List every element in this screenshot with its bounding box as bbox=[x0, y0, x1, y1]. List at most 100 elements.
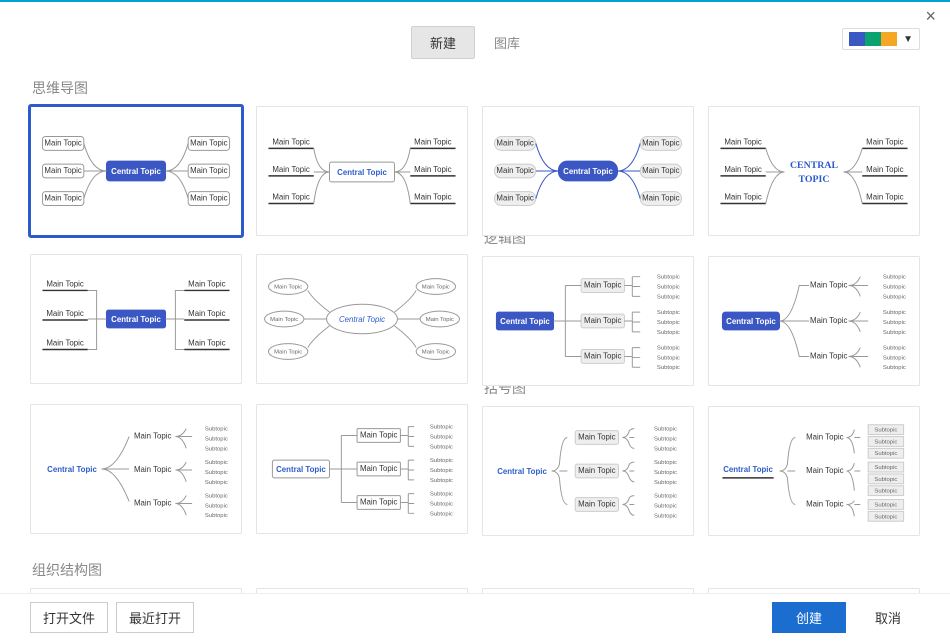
svg-text:Subtopic: Subtopic bbox=[883, 346, 906, 352]
svg-text:Central Topic: Central Topic bbox=[47, 465, 97, 474]
template-logic-2[interactable]: Central Topic Main Topic Main Topic Main… bbox=[708, 256, 920, 386]
svg-text:Main Topic: Main Topic bbox=[190, 138, 227, 147]
template-mindmap-6[interactable]: Central Topic Main Topic Main Topic Main… bbox=[256, 254, 468, 384]
svg-text:Subtopic: Subtopic bbox=[657, 294, 680, 300]
svg-text:Subtopic: Subtopic bbox=[657, 330, 680, 336]
svg-text:Subtopic: Subtopic bbox=[430, 478, 453, 484]
template-logic-3[interactable]: Central Topic Main Topic Main Topic Main… bbox=[30, 404, 242, 534]
svg-text:Central Topic: Central Topic bbox=[723, 465, 773, 474]
svg-text:Main Topic: Main Topic bbox=[44, 166, 81, 175]
svg-text:Main Topic: Main Topic bbox=[810, 281, 847, 290]
recent-button[interactable]: 最近打开 bbox=[116, 602, 194, 633]
template-bracket-2[interactable]: Central Topic Main Topic Main Topic Main… bbox=[708, 406, 920, 536]
svg-text:Main Topic: Main Topic bbox=[866, 137, 903, 146]
svg-text:Subtopic: Subtopic bbox=[430, 468, 453, 474]
svg-text:Subtopic: Subtopic bbox=[654, 480, 677, 486]
template-logic-1[interactable]: Central Topic Main Topic Main Topic Main… bbox=[482, 256, 694, 386]
svg-text:Subtopic: Subtopic bbox=[654, 436, 677, 442]
svg-text:Main Topic: Main Topic bbox=[578, 466, 615, 475]
svg-text:Main Topic: Main Topic bbox=[272, 137, 309, 146]
svg-text:Subtopic: Subtopic bbox=[657, 310, 680, 316]
svg-text:Main Topic: Main Topic bbox=[724, 193, 761, 202]
svg-text:Central Topic: Central Topic bbox=[339, 315, 385, 324]
svg-text:Main Topic: Main Topic bbox=[426, 317, 454, 323]
svg-text:Subtopic: Subtopic bbox=[654, 513, 677, 519]
svg-text:Subtopic: Subtopic bbox=[657, 355, 680, 361]
cancel-button[interactable]: 取消 bbox=[856, 601, 920, 634]
svg-text:Subtopic: Subtopic bbox=[874, 465, 897, 471]
svg-text:Subtopic: Subtopic bbox=[657, 320, 680, 326]
template-mindmap-1[interactable]: Central Topic Main Topic Main Topic Main… bbox=[30, 106, 242, 236]
svg-text:Subtopic: Subtopic bbox=[205, 503, 228, 509]
header: 新建 图库 ▼ bbox=[0, 26, 950, 60]
template-mindmap-2[interactable]: Central Topic Main Topic Main Topic Main… bbox=[256, 106, 468, 236]
svg-text:Subtopic: Subtopic bbox=[205, 494, 228, 500]
svg-text:Main Topic: Main Topic bbox=[360, 464, 397, 473]
svg-text:Central Topic: Central Topic bbox=[111, 315, 161, 324]
svg-text:Main Topic: Main Topic bbox=[134, 498, 171, 507]
svg-text:Main Topic: Main Topic bbox=[584, 351, 621, 360]
svg-text:Main Topic: Main Topic bbox=[190, 166, 227, 175]
open-file-button[interactable]: 打开文件 bbox=[30, 602, 108, 633]
svg-text:Main Topic: Main Topic bbox=[810, 316, 847, 325]
svg-text:Subtopic: Subtopic bbox=[874, 477, 897, 483]
svg-text:Main Topic: Main Topic bbox=[46, 309, 83, 318]
svg-text:Main Topic: Main Topic bbox=[422, 349, 450, 355]
svg-text:Subtopic: Subtopic bbox=[430, 492, 453, 498]
swatch bbox=[849, 32, 865, 46]
svg-text:Main Topic: Main Topic bbox=[724, 165, 761, 174]
svg-text:Subtopic: Subtopic bbox=[654, 503, 677, 509]
template-mindmap-3[interactable]: Central Topic Main Topic Main Topic Main… bbox=[482, 106, 694, 236]
svg-text:Subtopic: Subtopic bbox=[654, 470, 677, 476]
tab-gallery[interactable]: 图库 bbox=[475, 26, 539, 59]
svg-text:Subtopic: Subtopic bbox=[657, 346, 680, 352]
svg-text:Subtopic: Subtopic bbox=[430, 434, 453, 440]
svg-text:Subtopic: Subtopic bbox=[657, 275, 680, 281]
template-logic-4[interactable]: Central Topic Main Topic Main Topic Main… bbox=[256, 404, 468, 534]
svg-text:Subtopic: Subtopic bbox=[883, 320, 906, 326]
svg-text:Main Topic: Main Topic bbox=[642, 138, 679, 147]
tab-new[interactable]: 新建 bbox=[411, 26, 475, 59]
svg-text:Main Topic: Main Topic bbox=[806, 499, 843, 508]
svg-text:Subtopic: Subtopic bbox=[874, 439, 897, 445]
svg-text:Main Topic: Main Topic bbox=[188, 280, 225, 289]
svg-text:CENTRAL: CENTRAL bbox=[790, 160, 839, 171]
svg-text:Subtopic: Subtopic bbox=[205, 470, 228, 476]
template-mindmap-5[interactable]: Central Topic Main Topic Main Topic Main… bbox=[30, 254, 242, 384]
svg-text:Main Topic: Main Topic bbox=[578, 499, 615, 508]
svg-text:Main Topic: Main Topic bbox=[272, 193, 309, 202]
svg-text:Subtopic: Subtopic bbox=[874, 514, 897, 520]
template-gallery: 思维导图 Central Topic Main Topic Main Topic… bbox=[0, 72, 950, 593]
svg-text:Subtopic: Subtopic bbox=[205, 460, 228, 466]
svg-text:Main Topic: Main Topic bbox=[496, 194, 533, 203]
swatch bbox=[881, 32, 897, 46]
svg-text:Main Topic: Main Topic bbox=[806, 432, 843, 441]
svg-text:Subtopic: Subtopic bbox=[874, 451, 897, 457]
svg-text:Main Topic: Main Topic bbox=[584, 281, 621, 290]
svg-text:Main Topic: Main Topic bbox=[584, 316, 621, 325]
svg-text:Main Topic: Main Topic bbox=[866, 193, 903, 202]
svg-text:Subtopic: Subtopic bbox=[883, 310, 906, 316]
svg-text:Central Topic: Central Topic bbox=[276, 465, 326, 474]
svg-text:Main Topic: Main Topic bbox=[414, 165, 451, 174]
svg-text:Main Topic: Main Topic bbox=[642, 194, 679, 203]
template-bracket-1[interactable]: Central Topic Main Topic Main Topic Main… bbox=[482, 406, 694, 536]
svg-text:Central Topic: Central Topic bbox=[497, 467, 547, 476]
svg-text:Subtopic: Subtopic bbox=[205, 446, 228, 452]
svg-text:Subtopic: Subtopic bbox=[430, 444, 453, 450]
svg-text:Subtopic: Subtopic bbox=[883, 285, 906, 291]
svg-text:Subtopic: Subtopic bbox=[430, 425, 453, 431]
svg-text:Main Topic: Main Topic bbox=[274, 349, 302, 355]
template-mindmap-4[interactable]: CENTRAL TOPIC Main Topic Main Topic Main… bbox=[708, 106, 920, 236]
svg-text:TOPIC: TOPIC bbox=[799, 174, 830, 185]
svg-text:Main Topic: Main Topic bbox=[724, 137, 761, 146]
color-palette-dropdown[interactable]: ▼ bbox=[842, 28, 920, 50]
svg-text:Subtopic: Subtopic bbox=[874, 428, 897, 434]
svg-text:Subtopic: Subtopic bbox=[654, 427, 677, 433]
tabs: 新建 图库 bbox=[0, 26, 950, 59]
svg-text:Main Topic: Main Topic bbox=[270, 317, 298, 323]
svg-text:Main Topic: Main Topic bbox=[414, 193, 451, 202]
svg-text:Subtopic: Subtopic bbox=[657, 285, 680, 291]
create-button[interactable]: 创建 bbox=[772, 602, 846, 633]
close-icon[interactable]: × bbox=[925, 6, 936, 27]
